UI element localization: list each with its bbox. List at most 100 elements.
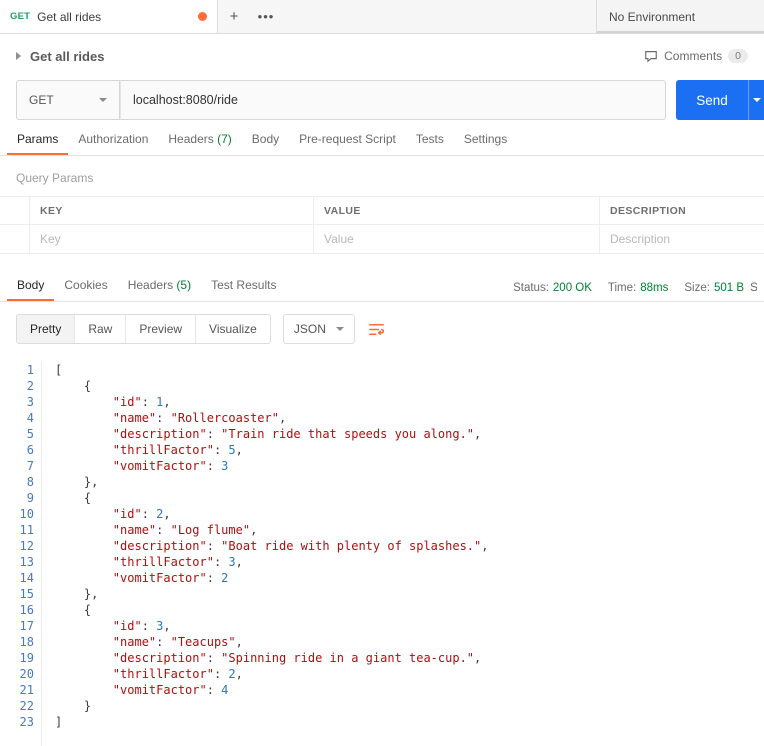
description-input[interactable] — [610, 232, 754, 246]
environment-selector[interactable]: No Environment — [596, 0, 764, 33]
column-header-value: VALUE — [314, 197, 600, 224]
request-tab[interactable]: GET Get all rides — [0, 0, 218, 33]
chevron-down-icon — [753, 98, 761, 102]
comment-icon — [644, 49, 658, 63]
view-visualize-button[interactable]: Visualize — [196, 315, 270, 343]
tab-body[interactable]: Body — [242, 124, 289, 155]
code-line: "name": "Rollercoaster", — [55, 410, 764, 426]
unsaved-indicator-dot — [198, 12, 207, 21]
time-label: Time: — [608, 282, 636, 294]
tab-authorization[interactable]: Authorization — [68, 124, 158, 155]
collapse-arrow-icon[interactable] — [16, 52, 21, 60]
request-title: Get all rides — [30, 49, 104, 64]
tab-settings[interactable]: Settings — [454, 124, 517, 155]
code-line: "name": "Log flume", — [55, 522, 764, 538]
line-number: 9 — [0, 490, 34, 506]
send-button[interactable]: Send — [676, 80, 748, 120]
line-number: 14 — [0, 570, 34, 586]
tab-pre-request-script[interactable]: Pre-request Script — [289, 124, 406, 155]
tab-label: Settings — [464, 132, 507, 146]
code-line: "description": "Spinning ride in a giant… — [55, 650, 764, 666]
response-meta: Status:200 OK Time:88ms Size:501 B — [513, 282, 744, 301]
value-input[interactable] — [324, 232, 589, 246]
line-number: 16 — [0, 602, 34, 618]
column-header-key: KEY — [30, 197, 314, 224]
tab-params[interactable]: Params — [7, 124, 68, 155]
response-tab-headers[interactable]: Headers (5) — [118, 270, 201, 301]
key-input[interactable] — [40, 232, 303, 246]
view-mode-group: Pretty Raw Preview Visualize — [16, 314, 271, 344]
code-line: "thrillFactor": 5, — [55, 442, 764, 458]
code-line: "id": 2, — [55, 506, 764, 522]
save-response-button[interactable]: Save Response — [750, 280, 757, 301]
line-number: 1 — [0, 362, 34, 378]
tab-label: Body — [17, 278, 44, 292]
tab-label: Cookies — [64, 278, 107, 292]
tab-label: Params — [17, 132, 58, 146]
tab-label: Test Results — [211, 278, 276, 292]
tab-label: Body — [252, 132, 279, 146]
new-tab-button[interactable]: + — [218, 0, 250, 33]
line-number: 5 — [0, 426, 34, 442]
tab-headers[interactable]: Headers (7) — [158, 124, 241, 155]
response-tab-test-results[interactable]: Test Results — [201, 270, 286, 301]
time-value: 88ms — [640, 282, 668, 294]
line-number: 2 — [0, 378, 34, 394]
request-header: Get all rides Comments 0 — [0, 34, 764, 78]
line-number: 11 — [0, 522, 34, 538]
chevron-down-icon — [99, 98, 107, 102]
tab-label: Pre-request Script — [299, 132, 396, 146]
line-number: 15 — [0, 586, 34, 602]
send-options-button[interactable] — [748, 80, 764, 120]
code-line: }, — [55, 474, 764, 490]
method-select[interactable]: GET — [16, 80, 120, 120]
code-line: "name": "Teacups", — [55, 634, 764, 650]
line-number: 21 — [0, 682, 34, 698]
tab-tests[interactable]: Tests — [406, 124, 454, 155]
row-handle-cell — [0, 225, 30, 253]
line-number: 23 — [0, 714, 34, 730]
response-body-editor[interactable]: 1234567891011121314151617181920212223 [ … — [0, 356, 764, 746]
response-tabs: Body Cookies Headers (5) Test Results St… — [0, 270, 764, 302]
line-number: 4 — [0, 410, 34, 426]
code-line: { — [55, 490, 764, 506]
line-number: 7 — [0, 458, 34, 474]
code-line: } — [55, 698, 764, 714]
line-number: 20 — [0, 666, 34, 682]
more-options-button[interactable]: ••• — [250, 0, 282, 33]
wrap-lines-button[interactable] — [367, 320, 386, 339]
status-label: Status: — [513, 282, 549, 294]
response-tab-cookies[interactable]: Cookies — [54, 270, 117, 301]
line-number: 22 — [0, 698, 34, 714]
comments-label: Comments — [664, 49, 722, 63]
view-preview-button[interactable]: Preview — [126, 315, 196, 343]
request-tabs: Params Authorization Headers (7) Body Pr… — [0, 126, 764, 156]
tab-bar: GET Get all rides + ••• No Environment — [0, 0, 764, 34]
query-params-title: Query Params — [0, 156, 764, 196]
wrap-lines-icon — [367, 320, 386, 339]
line-number: 3 — [0, 394, 34, 410]
method-value: GET — [29, 93, 54, 107]
url-input[interactable] — [120, 80, 666, 120]
comments-button[interactable]: Comments 0 — [644, 49, 748, 63]
view-pretty-button[interactable]: Pretty — [17, 315, 75, 343]
code-line: "id": 1, — [55, 394, 764, 410]
response-tab-body[interactable]: Body — [7, 270, 54, 301]
table-row — [0, 225, 764, 254]
code-line: "vomitFactor": 3 — [55, 458, 764, 474]
response-headers-count: (5) — [176, 278, 191, 292]
table-header-row: KEY VALUE DESCRIPTION — [0, 196, 764, 225]
comments-count-badge: 0 — [728, 49, 748, 63]
size-value: 501 B — [714, 282, 744, 294]
line-number: 19 — [0, 650, 34, 666]
view-raw-button[interactable]: Raw — [75, 315, 126, 343]
tab-label: Tests — [416, 132, 444, 146]
language-select[interactable]: JSON — [283, 314, 355, 344]
row-handle-cell — [0, 197, 30, 224]
code-line: [ — [55, 362, 764, 378]
column-header-description: DESCRIPTION — [600, 197, 764, 224]
line-number: 12 — [0, 538, 34, 554]
status-value: 200 OK — [553, 282, 592, 294]
code-line: "id": 3, — [55, 618, 764, 634]
headers-count: (7) — [217, 132, 232, 146]
